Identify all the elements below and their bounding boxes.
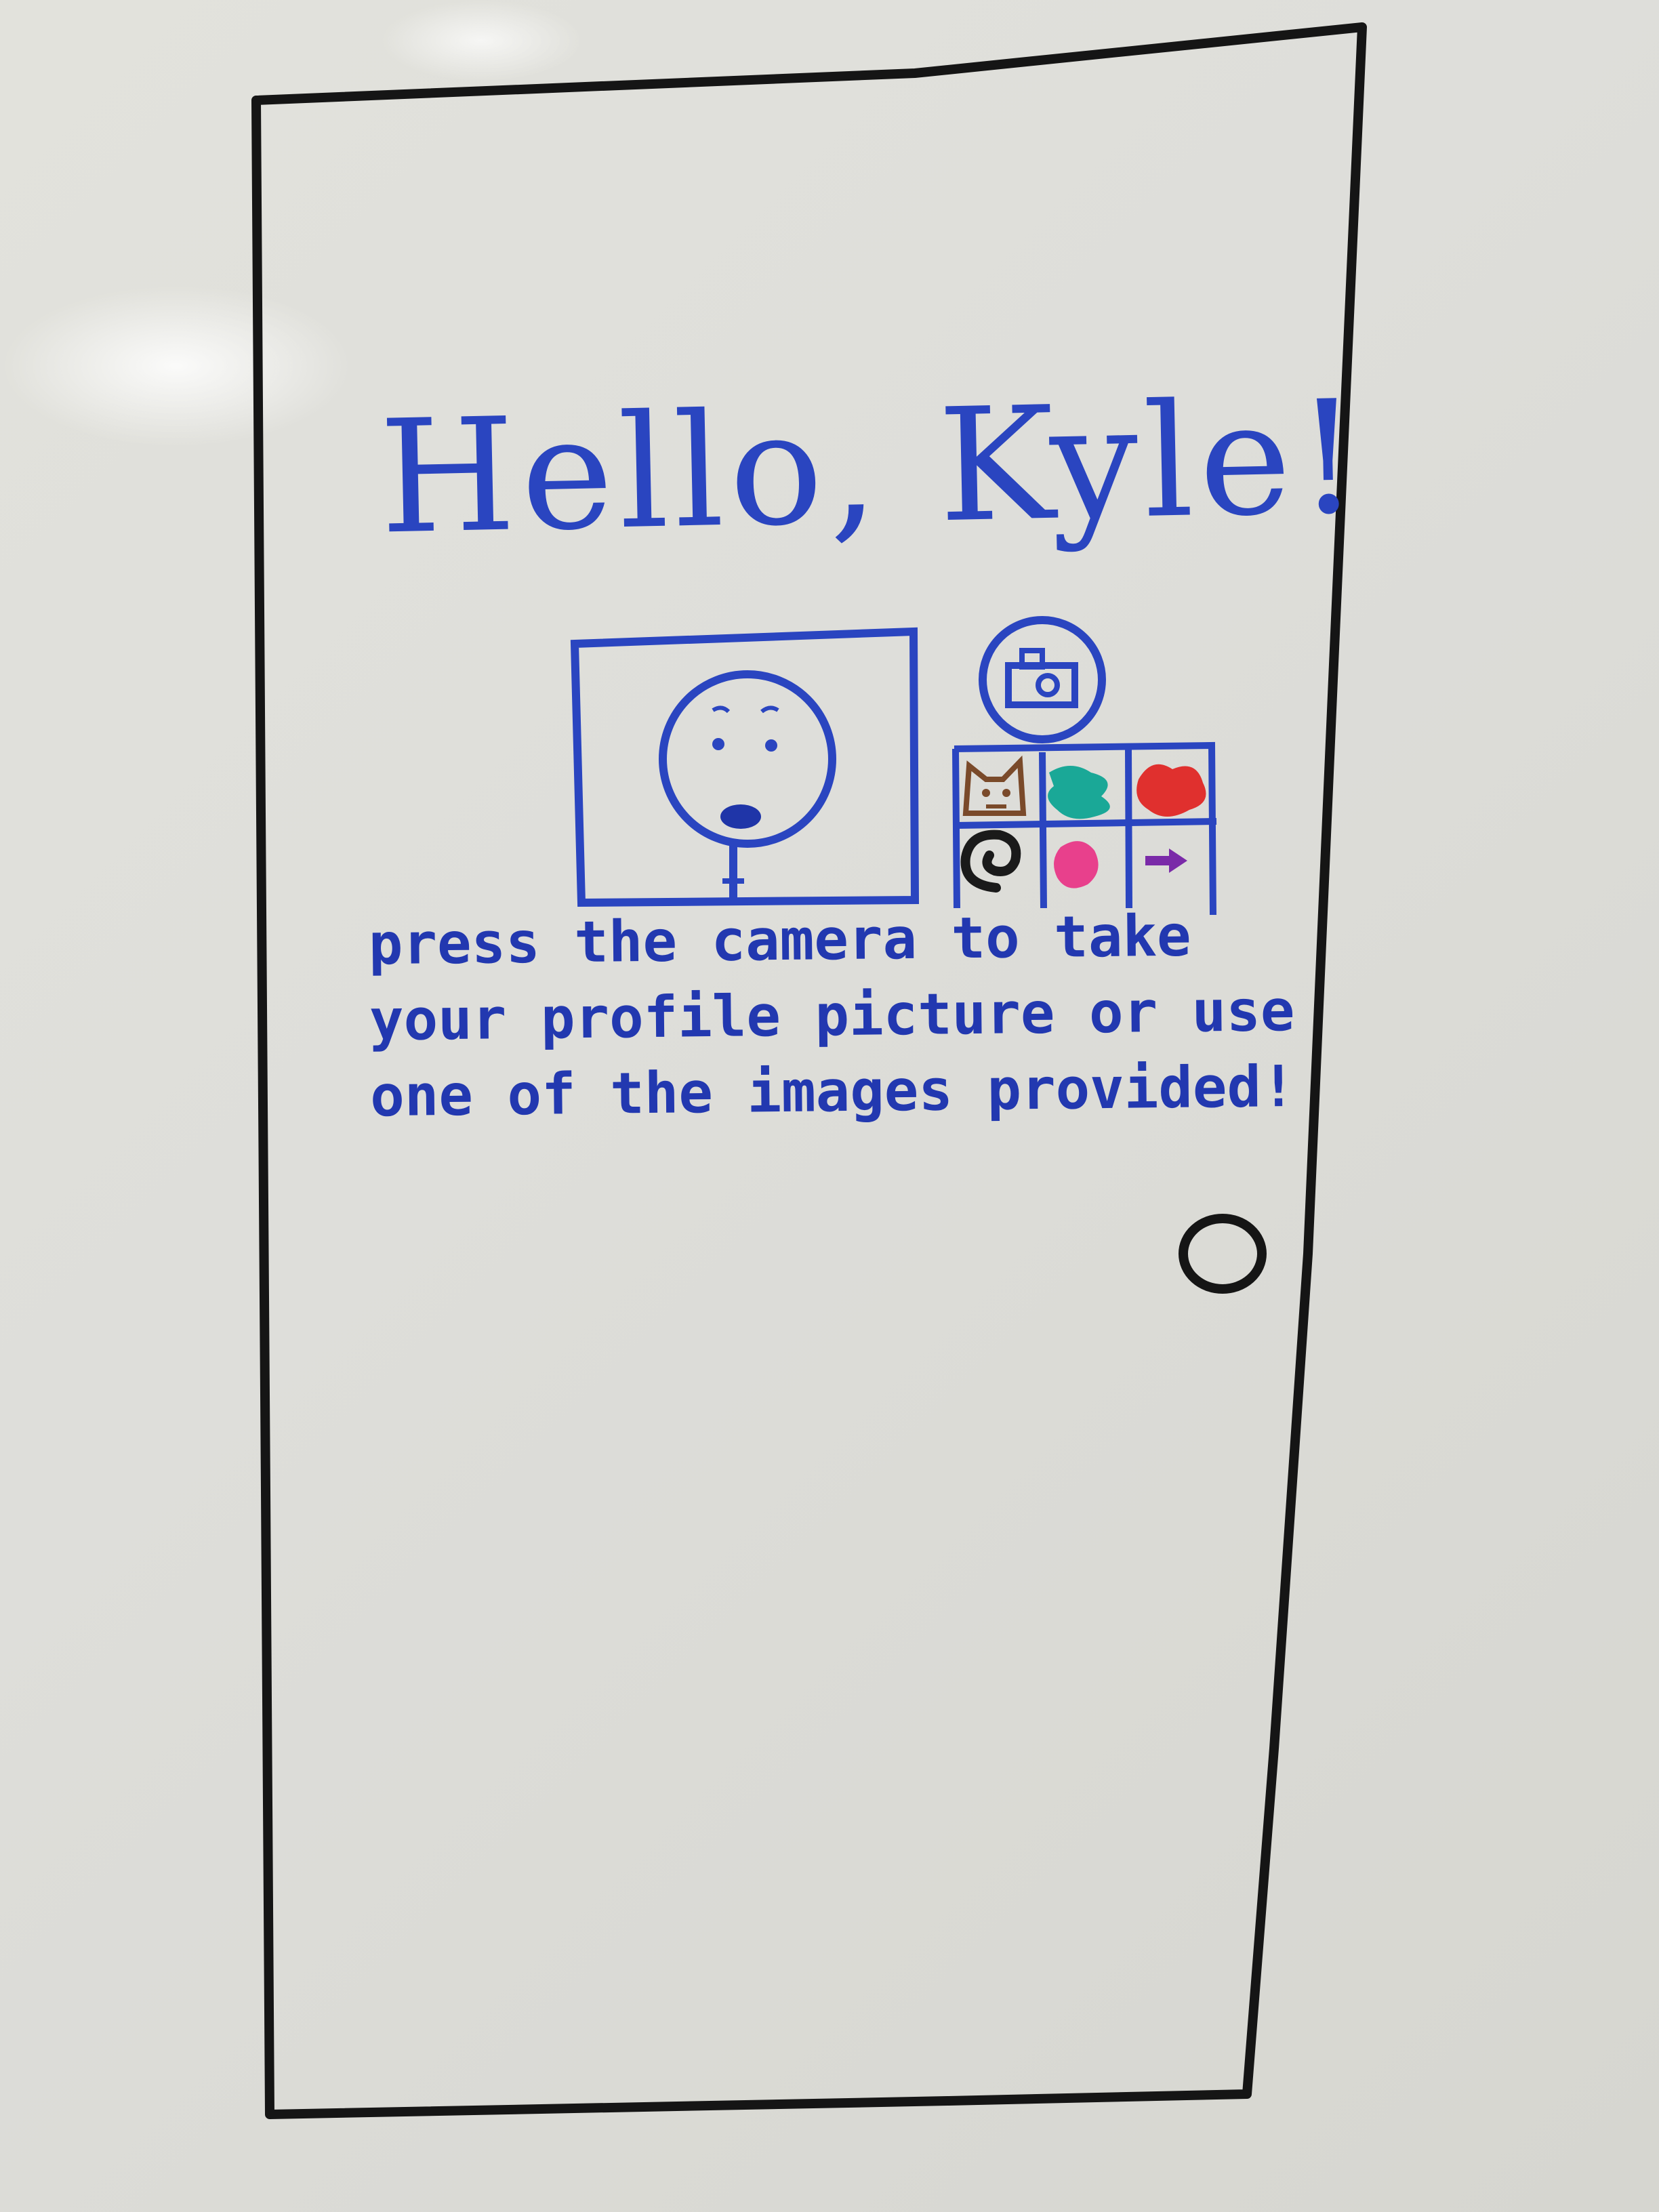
instructions-text: press the camera to take your profile pi… — [368, 902, 1296, 1130]
camera-icon — [1005, 648, 1078, 708]
avatar-option-swirl[interactable] — [960, 830, 1021, 893]
arrow-right-icon — [1145, 848, 1187, 873]
profile-preview — [570, 627, 920, 907]
pink-blob-icon — [1054, 841, 1099, 888]
greeting-title: Hello, Kyle! — [377, 367, 1367, 569]
avatar-option-pink[interactable] — [1054, 841, 1099, 888]
avatar-option-cat[interactable] — [962, 755, 1027, 816]
home-button[interactable] — [1179, 1214, 1267, 1294]
next-avatars-button[interactable] — [1145, 848, 1187, 873]
red-flower-icon — [1136, 764, 1206, 817]
avatar-option-red[interactable] — [1136, 764, 1206, 817]
swirl-icon — [960, 830, 1021, 893]
avatar-option-green[interactable] — [1048, 766, 1110, 819]
camera-button[interactable] — [979, 616, 1106, 743]
green-scribble-icon — [1048, 766, 1110, 819]
cat-icon — [962, 755, 1027, 816]
